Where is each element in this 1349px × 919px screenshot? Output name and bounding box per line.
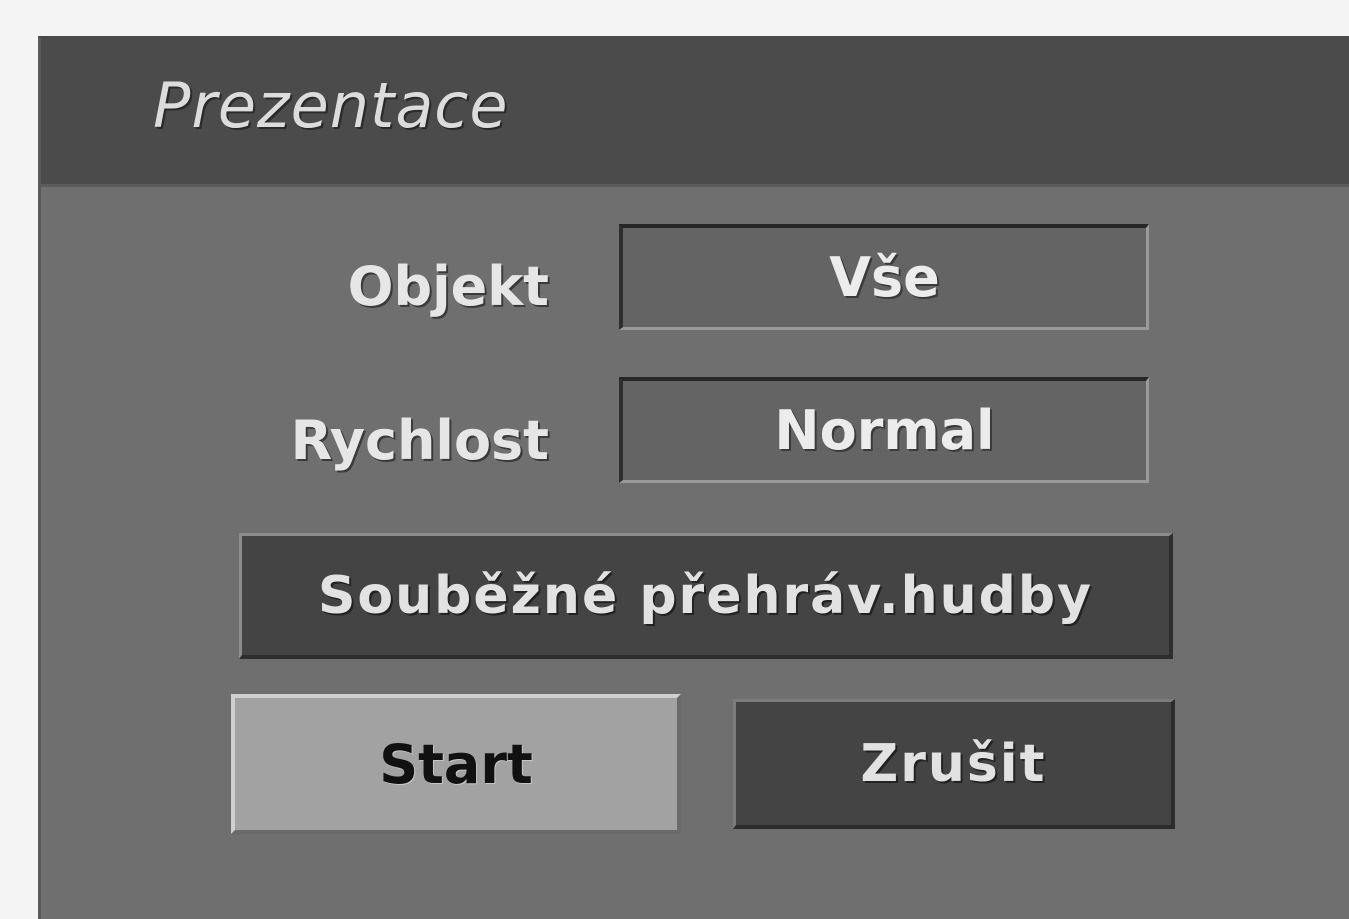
- slideshow-dialog: Prezentace Objekt Vše Rychlost Normal So…: [38, 36, 1349, 919]
- objekt-value: Vše: [829, 246, 940, 309]
- cancel-button[interactable]: Zrušit: [733, 699, 1175, 829]
- start-button[interactable]: Start: [231, 694, 681, 834]
- dialog-titlebar: Prezentace: [41, 39, 1349, 187]
- rychlost-select[interactable]: Normal: [619, 377, 1149, 483]
- start-button-label: Start: [379, 732, 533, 796]
- objekt-label: Objekt: [347, 255, 549, 318]
- simultaneous-music-label: Souběžné přehráv.hudby: [317, 565, 1094, 626]
- dialog-title: Prezentace: [153, 69, 509, 142]
- objekt-select[interactable]: Vše: [619, 224, 1149, 330]
- simultaneous-music-button[interactable]: Souběžné přehráv.hudby: [239, 533, 1173, 659]
- rychlost-label: Rychlost: [290, 409, 549, 472]
- cancel-button-label: Zrušit: [860, 733, 1047, 794]
- rychlost-value: Normal: [774, 399, 995, 462]
